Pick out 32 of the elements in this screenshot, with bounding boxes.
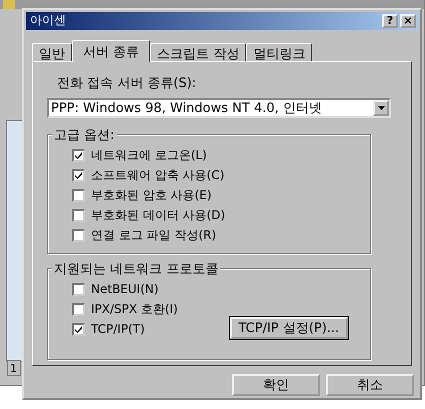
- checkbox[interactable]: [72, 208, 85, 222]
- checkbox-label: TCP/IP(T): [91, 322, 145, 336]
- checkbox-label: NetBEUI(N): [91, 282, 159, 296]
- checkbox-label: 소프트웨어 압축 사용(C): [91, 166, 224, 184]
- close-button[interactable]: ×: [400, 14, 416, 28]
- tab[interactable]: 서버 종류: [72, 40, 150, 62]
- window-title: 아이센: [30, 12, 67, 30]
- checkmark-icon: [74, 170, 83, 180]
- checkmark-icon: [74, 324, 83, 334]
- checkbox[interactable]: [72, 228, 85, 242]
- checkbox-label: 부호화된 암호 사용(E): [91, 186, 212, 204]
- server-type-dropdown[interactable]: PPP: Windows 98, Windows NT 4.0, 인터넷: [47, 98, 391, 118]
- tab[interactable]: 멀티링크: [246, 43, 312, 62]
- field-label: 전화 접속 서버 종류(S):: [57, 75, 198, 92]
- checkbox-label: IPX/SPX 호환(I): [91, 300, 178, 318]
- help-button[interactable]: ?: [382, 14, 398, 28]
- checkmark-icon: [74, 150, 83, 160]
- checkbox[interactable]: [72, 302, 85, 316]
- cancel-button[interactable]: 취소: [326, 374, 414, 396]
- checkbox[interactable]: [72, 168, 85, 182]
- checkbox[interactable]: [72, 148, 85, 162]
- checkbox-label: 부호화된 데이터 사용(D): [91, 206, 226, 224]
- tcp-ip-settings-button[interactable]: TCP/IP 설정(P)...: [230, 317, 348, 340]
- checkbox-label: 네트워크에 로그온(L): [91, 146, 207, 164]
- checkbox[interactable]: [72, 322, 85, 336]
- checkbox-label: 연결 로그 파일 작성(R): [91, 226, 216, 244]
- status-text: 1: [7, 360, 21, 376]
- ok-button[interactable]: 확인: [232, 374, 320, 396]
- checkbox[interactable]: [72, 282, 85, 296]
- tab[interactable]: 스크립트 작성: [150, 43, 246, 62]
- tab[interactable]: 일반: [32, 43, 72, 62]
- checkbox[interactable]: [72, 188, 85, 202]
